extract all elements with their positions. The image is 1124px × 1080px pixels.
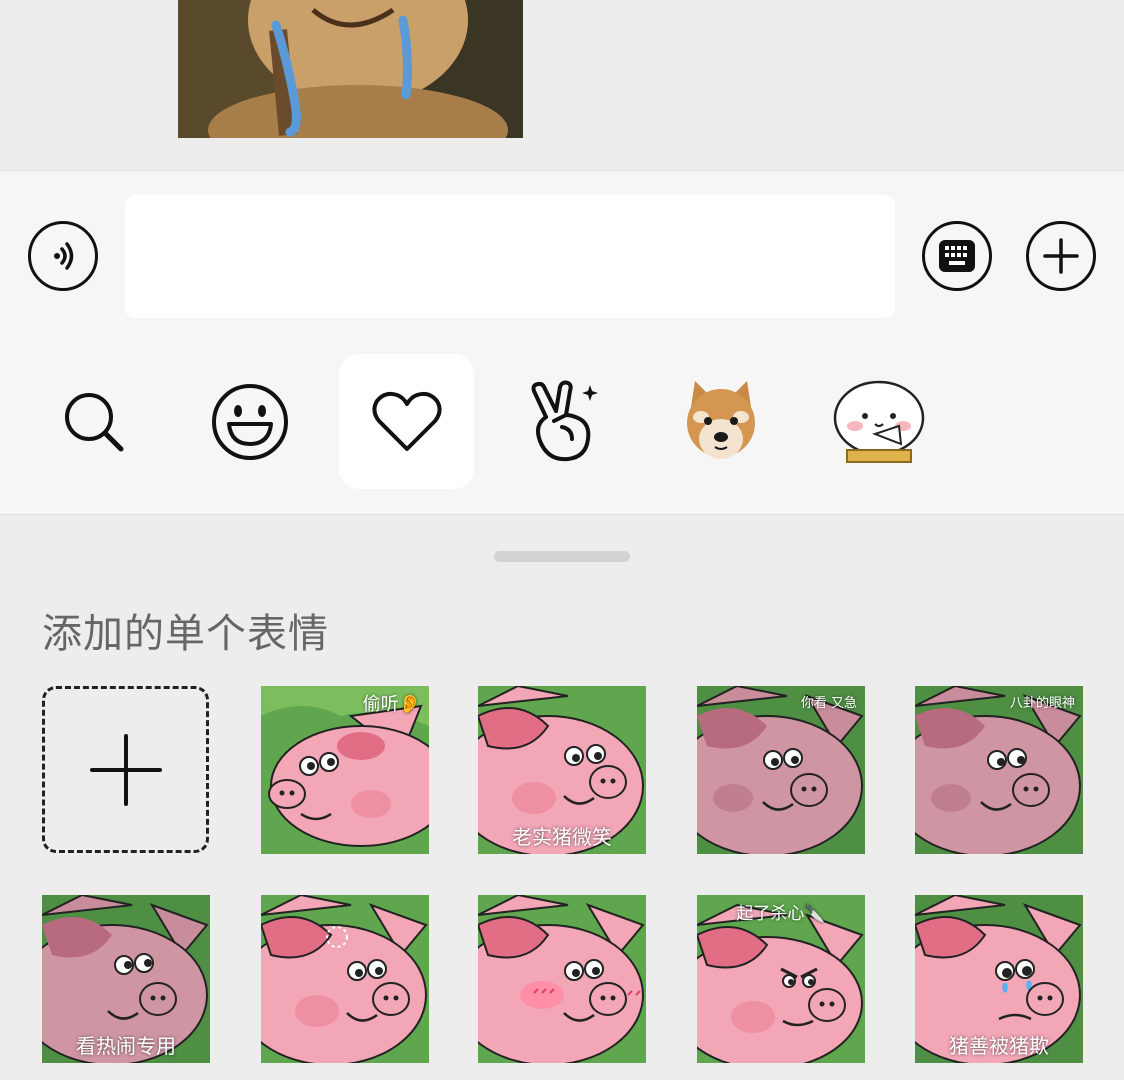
sticker-caption: 你看 又急: [800, 696, 857, 711]
tab-emoji[interactable]: [182, 354, 317, 489]
sticker-caption: 看热闹专用: [76, 1034, 176, 1058]
panel-drag-handle[interactable]: [494, 551, 630, 562]
bun-sticker-icon: [833, 380, 924, 463]
sticker-item[interactable]: 八卦的眼神: [915, 686, 1083, 854]
sticker-caption: 偷听👂: [362, 694, 421, 715]
victory-hand-icon: [531, 380, 598, 461]
sticker-item[interactable]: 老实猪微笑: [478, 686, 646, 854]
tab-shiba-stickers[interactable]: [653, 354, 788, 489]
sticker-item[interactable]: 偷听👂: [261, 686, 429, 854]
voice-input-button[interactable]: [28, 221, 98, 291]
voice-icon: [54, 242, 74, 270]
tab-search[interactable]: [26, 354, 161, 489]
tab-gesture[interactable]: [496, 354, 631, 489]
sticker-item[interactable]: [478, 895, 646, 1063]
shiba-sticker-icon: [686, 380, 755, 459]
add-sticker-button[interactable]: [42, 686, 209, 853]
chat-messages-area: [0, 0, 1124, 170]
chat-input-bar: [0, 170, 1124, 515]
plus-icon: [1043, 238, 1079, 274]
sticker-item[interactable]: 起了杀心🔪: [697, 895, 865, 1063]
sticker-caption: 八卦的眼神: [1009, 696, 1075, 711]
pig-sticker-image: [478, 895, 646, 1063]
sent-meme-image[interactable]: [178, 0, 523, 138]
heart-icon: [371, 391, 442, 451]
keyboard-toggle-button[interactable]: [922, 221, 992, 291]
search-icon: [64, 392, 123, 451]
message-input[interactable]: [125, 195, 895, 318]
more-functions-button[interactable]: [1026, 221, 1096, 291]
sticker-panel: 添加的单个表情 偷听👂 老实猪微笑 你看 又急 八卦的眼神 看热闹专用 起了杀心…: [0, 515, 1124, 1080]
pig-sticker-image: [915, 686, 1083, 854]
keyboard-icon: [939, 240, 975, 272]
sticker-caption: 老实猪微笑: [512, 825, 612, 849]
sticker-caption: 猪善被猪欺: [949, 1034, 1049, 1058]
tab-bun-stickers[interactable]: [811, 354, 946, 489]
sticker-caption: 起了杀心🔪: [736, 904, 826, 924]
tab-favorites[interactable]: [339, 354, 474, 489]
pig-sticker-image: [261, 895, 429, 1063]
sticker-item[interactable]: 看热闹专用: [42, 895, 210, 1063]
sticker-item[interactable]: 猪善被猪欺: [915, 895, 1083, 1063]
section-title: 添加的单个表情: [42, 611, 329, 657]
pig-sticker-image: [697, 686, 865, 854]
sticker-item[interactable]: 你看 又急: [697, 686, 865, 854]
plus-icon: [89, 733, 162, 806]
sticker-item[interactable]: [261, 895, 429, 1063]
smiley-icon: [211, 383, 288, 460]
